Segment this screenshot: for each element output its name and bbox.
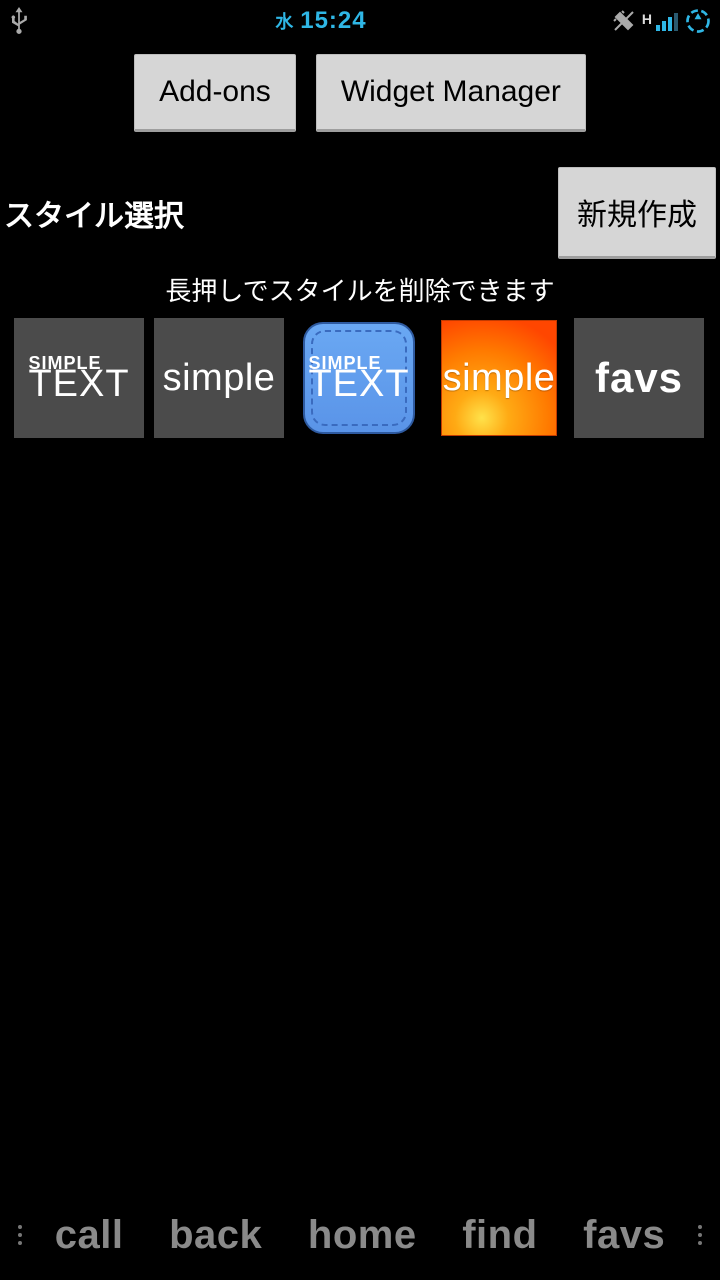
section-header: スタイル選択 新規作成 <box>0 142 720 259</box>
style-tile-simple-grey[interactable]: simple <box>154 318 284 438</box>
section-title: スタイル選択 <box>0 191 558 235</box>
tile-label-line2: TEXT <box>308 370 409 400</box>
signal-icon <box>654 9 678 33</box>
new-style-button[interactable]: 新規作成 <box>558 167 716 259</box>
widget-manager-button[interactable]: Widget Manager <box>316 54 586 132</box>
softkey-find[interactable]: find <box>462 1213 537 1258</box>
status-bar: 水 15:24 H <box>0 0 720 42</box>
style-tile-simpletext-grey[interactable]: SIMPLE TEXT <box>14 318 144 438</box>
menu-dots-left-icon[interactable] <box>8 1225 32 1245</box>
status-day: 水 <box>275 12 294 32</box>
menu-dots-right-icon[interactable] <box>688 1225 712 1245</box>
softkey-home[interactable]: home <box>308 1213 417 1258</box>
delete-hint: 長押しでスタイルを削除できます <box>0 259 720 314</box>
network-type-label: H <box>642 11 652 27</box>
tile-label: simple <box>443 357 556 400</box>
sync-icon <box>684 7 712 35</box>
softkey-call[interactable]: call <box>55 1213 124 1258</box>
style-tile-favs[interactable]: favs <box>574 318 704 438</box>
softkey-bar: call back home find favs <box>0 1190 720 1280</box>
status-clock: 水 15:24 <box>30 7 612 35</box>
addons-button[interactable]: Add-ons <box>134 54 296 132</box>
style-tile-simpletext-blue[interactable]: SIMPLE TEXT <box>294 318 424 438</box>
softkey-back[interactable]: back <box>169 1213 262 1258</box>
tile-label: simple <box>163 357 276 400</box>
style-tiles-row: SIMPLE TEXT simple SIMPLE TEXT simple fa… <box>0 314 720 442</box>
softkey-favs[interactable]: favs <box>583 1213 665 1258</box>
usb-icon <box>8 7 30 35</box>
top-buttons-row: Add-ons Widget Manager <box>0 42 720 142</box>
tile-label-line2: TEXT <box>28 370 129 400</box>
vibrate-icon <box>612 9 636 33</box>
status-time: 15:24 <box>300 7 366 34</box>
tile-label: favs <box>595 354 683 402</box>
style-tile-simple-orange[interactable]: simple <box>434 318 564 438</box>
